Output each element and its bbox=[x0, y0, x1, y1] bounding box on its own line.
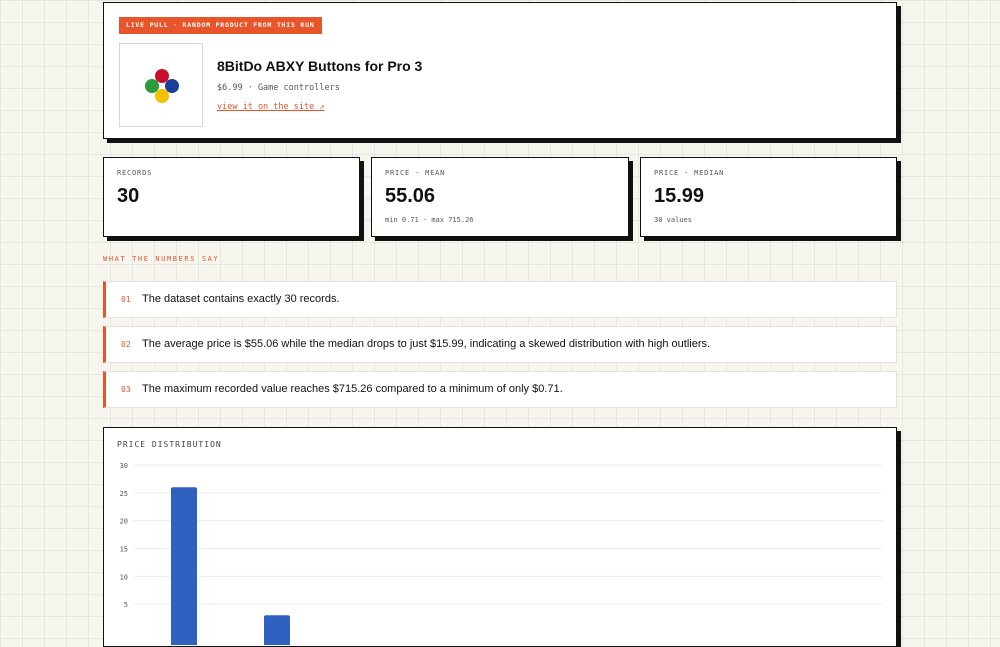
stat-label: RECORDS bbox=[117, 169, 153, 177]
view-on-site-link[interactable]: view it on the site ↗ bbox=[217, 102, 324, 112]
product-meta: $6.99 · Game controllers bbox=[217, 83, 340, 93]
insight-number: 02 bbox=[121, 340, 131, 349]
insight-item: 01 The dataset contains exactly 30 recor… bbox=[103, 281, 897, 318]
abxy-buttons-icon bbox=[145, 69, 179, 103]
stat-label: PRICE · MEAN bbox=[385, 169, 446, 177]
y-tick-label: 20 bbox=[120, 518, 128, 526]
insight-text: The dataset contains exactly 30 records. bbox=[142, 293, 340, 305]
price-distribution-chart: PRICE DISTRIBUTION 5 10 15 20 25 30 bbox=[103, 427, 897, 647]
y-tick-label: 25 bbox=[120, 490, 128, 498]
stat-value: 55.06 bbox=[385, 185, 436, 207]
insight-number: 03 bbox=[121, 385, 131, 394]
histogram-bar bbox=[171, 487, 197, 645]
y-tick-label: 10 bbox=[120, 573, 128, 581]
stat-value: 30 bbox=[117, 185, 140, 207]
insight-text: The maximum recorded value reaches $715.… bbox=[142, 383, 563, 395]
stat-value: 15.99 bbox=[654, 185, 705, 207]
insight-item: 02 The average price is $55.06 while the… bbox=[103, 326, 897, 363]
insight-number: 01 bbox=[121, 295, 131, 304]
stat-card-records: RECORDS 30 bbox=[103, 157, 360, 237]
insight-text: The average price is $55.06 while the me… bbox=[142, 338, 711, 350]
y-tick-label: 15 bbox=[120, 546, 128, 554]
histogram-bar bbox=[264, 615, 290, 645]
chart-plot: 5 10 15 20 25 30 bbox=[120, 462, 882, 645]
stat-card-price-median: PRICE · MEDIAN 15.99 30 values bbox=[640, 157, 897, 237]
product-title: 8BitDo ABXY Buttons for Pro 3 bbox=[217, 58, 423, 74]
y-tick-label: 30 bbox=[120, 462, 128, 470]
live-pull-badge: LIVE PULL · RANDOM PRODUCT FROM THIS RUN bbox=[119, 17, 322, 34]
insight-item: 03 The maximum recorded value reaches $7… bbox=[103, 371, 897, 408]
product-card: LIVE PULL · RANDOM PRODUCT FROM THIS RUN… bbox=[103, 2, 897, 139]
stat-subtext: min 0.71 · max 715.26 bbox=[385, 216, 474, 224]
stat-subtext: 30 values bbox=[654, 216, 692, 224]
y-tick-label: 5 bbox=[124, 601, 128, 609]
stat-card-price-mean: PRICE · MEAN 55.06 min 0.71 · max 715.26 bbox=[371, 157, 629, 237]
stat-label: PRICE · MEDIAN bbox=[654, 169, 725, 177]
product-thumbnail bbox=[119, 43, 203, 127]
insights-section-label: WHAT THE NUMBERS SAY bbox=[103, 255, 220, 263]
